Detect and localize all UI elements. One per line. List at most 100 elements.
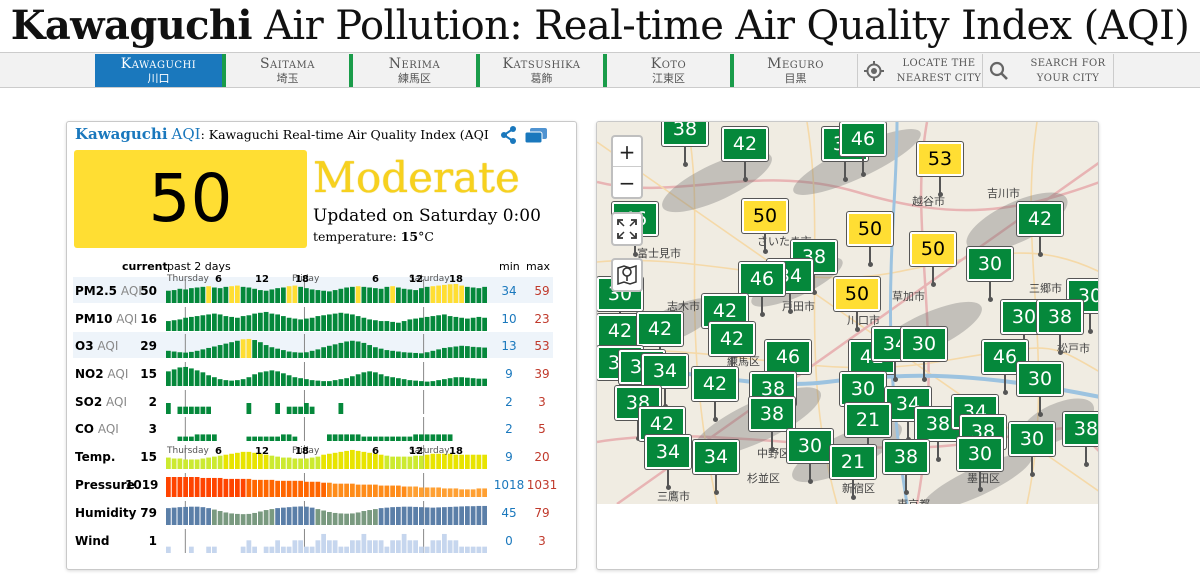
aqi-station-marker[interactable]: 34 [693,440,739,495]
history-bar [246,478,252,497]
axis-hour-label: 6 [372,446,379,457]
history-bar [217,511,223,525]
aqi-station-marker[interactable]: 42 [1017,202,1063,257]
history-bar [223,343,229,358]
aqi-station-marker[interactable]: 38 [1063,412,1098,467]
layers-icon[interactable] [523,126,549,146]
search-label-line2: your city [1036,73,1100,84]
history-bar [459,377,464,386]
aqi-station-marker[interactable]: 30 [957,437,1003,492]
fullscreen-button[interactable] [611,212,643,246]
aqi-station-marker[interactable]: 21 [830,445,876,500]
zoom-in-button[interactable]: + [613,137,641,167]
history-bar [482,488,487,497]
aqi-station-marker[interactable]: 30 [1009,422,1055,477]
history-bar [286,480,292,497]
history-bar [476,505,482,525]
zoom-out-button[interactable]: − [613,168,641,198]
history-bar [263,546,269,553]
locate-nearest-city-button[interactable]: Locate the nearest city [858,54,982,87]
history-bar [327,314,332,331]
aqi-station-marker[interactable]: 30 [1017,362,1063,417]
marker-aqi-value: 30 [840,372,886,406]
aqi-station-marker[interactable]: 38 [883,440,929,495]
axis-hour-label: 6 [215,446,222,457]
row-current-value: 29 [140,339,157,353]
history-bar [367,540,372,553]
axis-hour-label: 12 [255,274,269,285]
aqi-station-marker[interactable]: 30 [787,429,833,484]
current-header: current [122,260,168,273]
temperature-value: 15 [400,229,419,244]
history-bar [229,316,234,331]
nav-city-saitama[interactable]: Saitama 埼玉 [226,54,349,87]
marker-dot [860,172,866,177]
history-bar [327,434,332,441]
history-bar [183,477,188,497]
history-bar [453,346,459,358]
history-bar [235,340,240,358]
history-bar [229,478,234,497]
history-bar [390,377,395,386]
history-bar [206,546,211,553]
history-bar [258,342,263,358]
nav-city-meguro[interactable]: Meguro 目黒 [734,54,857,87]
search-city-button[interactable]: Search for your city [983,54,1113,87]
aqi-station-marker[interactable]: 42 [722,127,768,182]
nav-city-kawaguchi[interactable]: Kawaguchi 川口 [95,54,222,87]
history-bar [447,488,453,497]
history-bar [367,287,372,303]
row-history-chart[interactable] [166,388,488,414]
row-history-chart[interactable] [166,415,488,441]
history-bar [298,540,303,553]
history-bar [430,487,436,497]
aqi-station-marker[interactable]: 42 [692,367,738,422]
history-bar [465,546,470,553]
row-history-chart[interactable] [166,360,488,386]
aqi-station-marker[interactable]: 30 [901,327,947,382]
zoom-control: + − [611,135,643,199]
nav-city-katsushika[interactable]: Katsushika 葛飾 [480,54,603,87]
row-history-chart[interactable] [166,471,488,497]
row-current-value: 16 [140,312,157,326]
aqi-map[interactable]: 吉川市越谷市さいたま市志木市戸田市草加市三郷市川口市足立区松戸市練馬区荒川区杉並… [597,122,1098,504]
aqi-station-marker[interactable]: 34 [645,435,691,490]
history-bar [246,513,252,525]
history-bar [223,286,229,303]
history-bar [171,507,177,525]
aqi-station-marker[interactable]: 50 [847,212,893,267]
aqi-station-marker[interactable]: 30 [967,247,1013,302]
aqi-station-marker[interactable]: 50 [910,232,956,287]
aqi-station-marker[interactable]: 38 [1037,300,1083,355]
history-bar [396,322,401,331]
history-bar [355,540,361,553]
aqi-station-marker[interactable]: 38 [662,122,708,167]
share-icon[interactable] [499,125,519,145]
history-bar [465,377,470,386]
row-history-chart[interactable] [166,332,488,358]
nav-city-koto[interactable]: Koto 江東区 [607,54,730,87]
history-bar [442,314,447,331]
nav-city-nerima[interactable]: Nerima 練馬区 [353,54,476,87]
map-pin-button[interactable] [611,258,643,292]
aqi-station-marker[interactable]: 53 [917,142,963,197]
marker-aqi-value: 53 [917,142,963,176]
history-bar [212,346,217,358]
card-city-name[interactable]: Kawaguchi [75,125,168,143]
history-bar [424,316,430,331]
history-bar [240,478,246,497]
history-bar [361,342,367,358]
history-bar [447,434,453,441]
history-bar [327,381,332,386]
aqi-station-marker[interactable]: 50 [834,277,880,332]
row-label: SO2 AQI [75,395,127,409]
aqi-station-marker[interactable]: 46 [840,122,886,177]
history-bar [419,288,424,303]
row-history-chart[interactable] [166,527,488,553]
nav-city-name: Meguro [767,56,824,72]
aqi-station-marker[interactable]: 50 [742,199,788,254]
row-history-chart[interactable] [166,305,488,331]
row-history-chart[interactable] [166,499,488,525]
row-label-name: PM10 [75,312,113,326]
history-bar [338,288,344,303]
